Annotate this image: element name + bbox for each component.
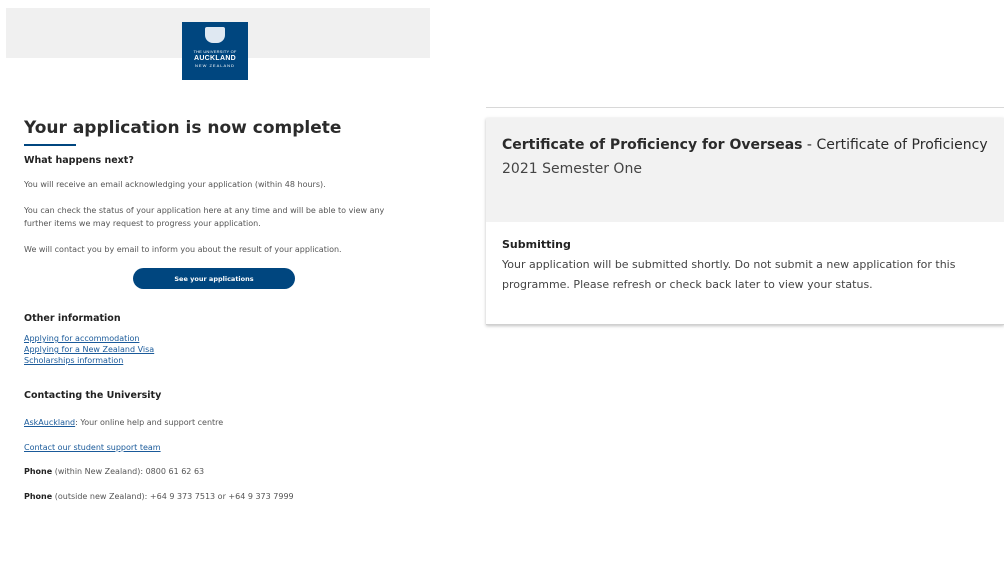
programme-name: Certificate of Proficiency for Overseas: [502, 137, 803, 153]
phone-nz-line: Phone (within New Zealand): 0800 61 62 6…: [24, 467, 414, 476]
next-para-3: We will contact you by email to inform y…: [24, 245, 342, 254]
semester: 2021 Semester One: [502, 161, 642, 177]
other-info-links: Applying for accommodation Applying for …: [24, 333, 414, 366]
programme-title: Certificate of Proficiency for Overseas …: [502, 134, 988, 156]
link-visa[interactable]: Applying for a New Zealand Visa: [24, 344, 414, 355]
logo-line1: THE UNIVERSITY OF: [193, 49, 237, 54]
other-info-heading: Other information: [24, 313, 121, 324]
phone-label: Phone: [24, 492, 53, 501]
next-para-2: You can check the status of your applica…: [24, 206, 385, 228]
phone-nz: (within New Zealand): 0800 61 62 63: [52, 467, 205, 476]
next-heading: What happens next?: [24, 155, 134, 166]
phone-intl-line: Phone (outside new Zealand): +64 9 373 7…: [24, 492, 414, 501]
logo-line2: AUCKLAND: [193, 55, 237, 62]
status-message: Your application will be submitted short…: [502, 258, 956, 291]
application-card-body: Submitting Your application will be subm…: [486, 222, 1004, 295]
link-accommodation[interactable]: Applying for accommodation: [24, 333, 414, 344]
qualification-name: Certificate of Proficiency: [816, 137, 988, 153]
crest-icon: [205, 27, 225, 43]
phone-label: Phone: [24, 467, 53, 476]
ask-auckland-text: : Your online help and support centre: [75, 418, 224, 427]
title-underline: [24, 144, 76, 146]
logo-line3: NEW ZEALAND: [195, 63, 235, 68]
ask-auckland-line: AskAuckland: Your online help and suppor…: [24, 417, 414, 428]
application-card: Certificate of Proficiency for Overseas …: [486, 118, 1004, 325]
status-label: Submitting: [502, 238, 571, 251]
programme-separator: -: [802, 137, 817, 153]
university-logo: THE UNIVERSITY OF AUCKLAND NEW ZEALAND: [182, 22, 248, 80]
see-applications-button[interactable]: See your applications: [133, 268, 295, 289]
application-card-header: Certificate of Proficiency for Overseas …: [486, 118, 1004, 222]
ask-auckland-link[interactable]: AskAuckland: [24, 418, 75, 427]
student-support-link[interactable]: Contact our student support team: [24, 442, 414, 453]
next-para-1: You will receive an email acknowledging …: [24, 180, 326, 189]
confirmation-panel: THE UNIVERSITY OF AUCKLAND NEW ZEALAND Y…: [6, 8, 430, 501]
contact-heading: Contacting the University: [24, 390, 162, 401]
page-title: Your application is now complete: [24, 118, 342, 138]
phone-intl: (outside new Zealand): +64 9 373 7513 or…: [52, 492, 294, 501]
link-scholarships[interactable]: Scholarships information: [24, 355, 414, 366]
support-line: Contact our student support team: [24, 442, 414, 453]
header-band: THE UNIVERSITY OF AUCKLAND NEW ZEALAND: [6, 8, 430, 80]
divider: [486, 107, 1004, 108]
